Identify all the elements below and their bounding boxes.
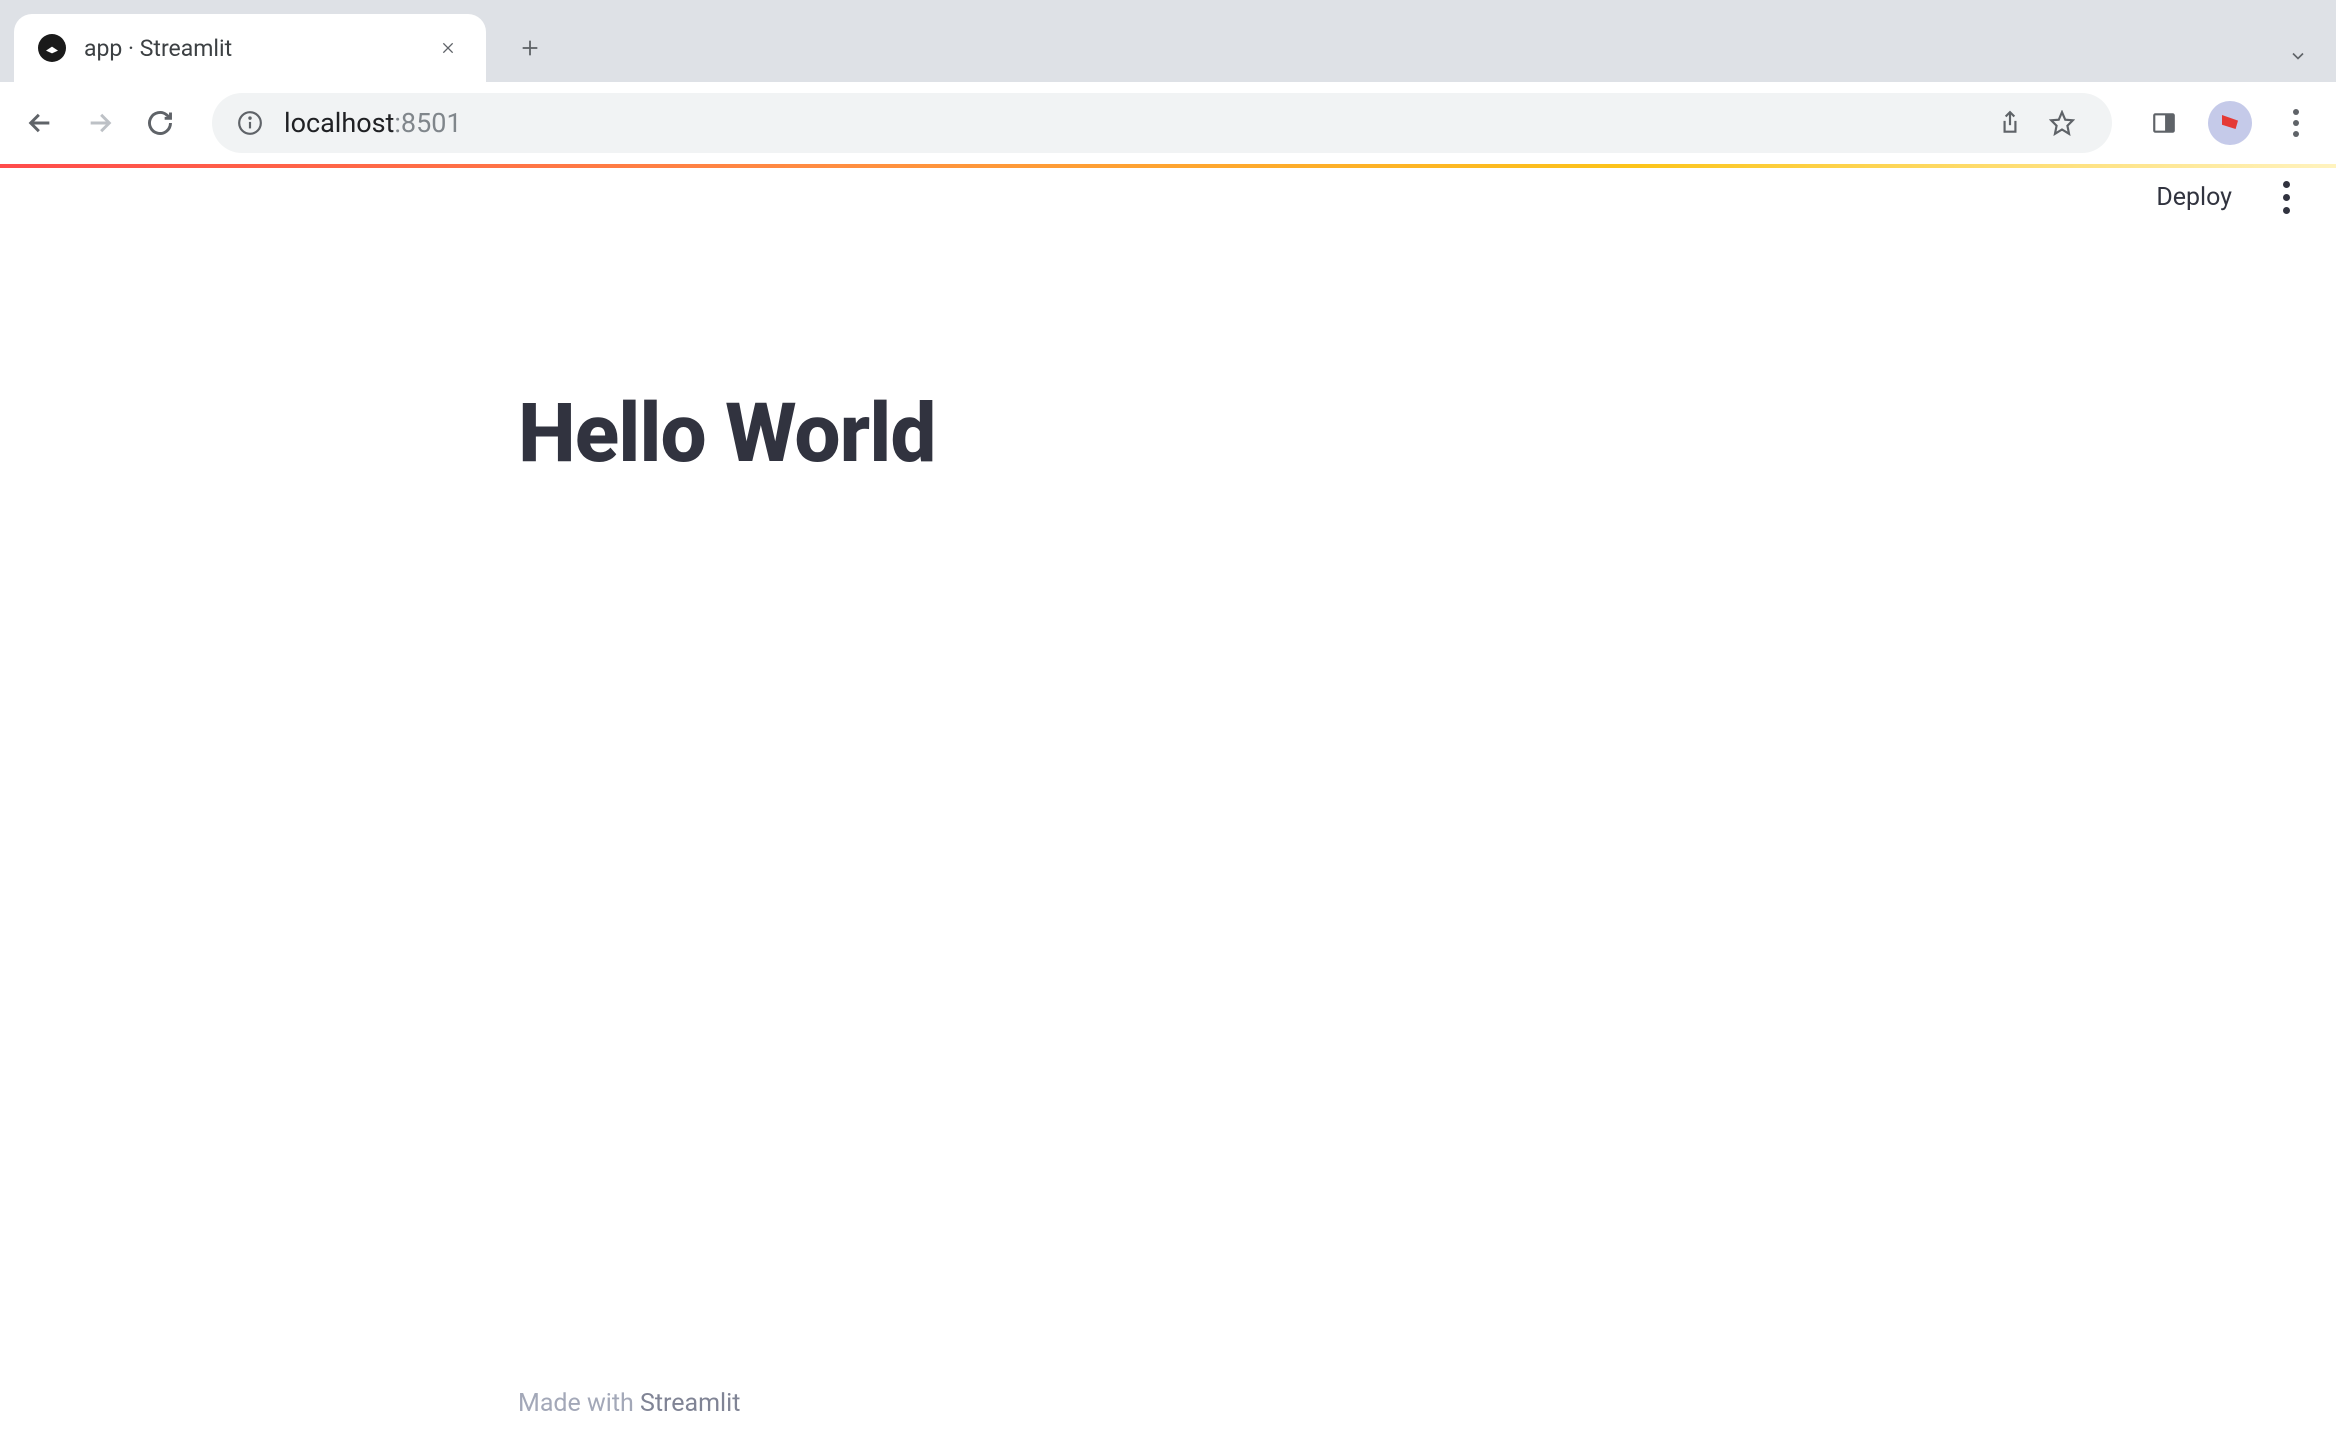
- tab-list-dropdown[interactable]: [2280, 38, 2316, 74]
- share-icon[interactable]: [1984, 97, 2036, 149]
- browser-tab-bar: app · Streamlit: [0, 0, 2336, 82]
- deploy-button[interactable]: Deploy: [2144, 175, 2244, 220]
- footer-brand-link[interactable]: Streamlit: [640, 1389, 740, 1418]
- bookmark-star-icon[interactable]: [2036, 97, 2088, 149]
- streamlit-footer: Made with Streamlit: [518, 1389, 1818, 1418]
- browser-tab[interactable]: app · Streamlit: [14, 14, 486, 82]
- url-host: localhost: [284, 107, 394, 139]
- main-content: Hello World: [518, 226, 1818, 482]
- browser-menu-button[interactable]: [2270, 97, 2322, 149]
- new-tab-button[interactable]: [506, 24, 554, 72]
- browser-toolbar: localhost:8501: [0, 82, 2336, 164]
- back-button[interactable]: [14, 97, 66, 149]
- streamlit-menu-button[interactable]: [2264, 175, 2308, 219]
- tab-close-button[interactable]: [434, 34, 462, 62]
- url-path: :8501: [394, 107, 461, 139]
- reload-button[interactable]: [134, 97, 186, 149]
- site-info-icon[interactable]: [236, 109, 264, 137]
- profile-avatar[interactable]: [2208, 101, 2252, 145]
- streamlit-header: Deploy: [0, 168, 2336, 226]
- tab-title: app · Streamlit: [84, 35, 434, 62]
- side-panel-icon[interactable]: [2138, 97, 2190, 149]
- streamlit-favicon-icon: [38, 34, 66, 62]
- url-bar[interactable]: localhost:8501: [212, 93, 2112, 153]
- page-title: Hello World: [518, 386, 1818, 482]
- footer-prefix: Made with: [518, 1389, 640, 1418]
- forward-button[interactable]: [74, 97, 126, 149]
- url-text: localhost:8501: [284, 107, 1984, 139]
